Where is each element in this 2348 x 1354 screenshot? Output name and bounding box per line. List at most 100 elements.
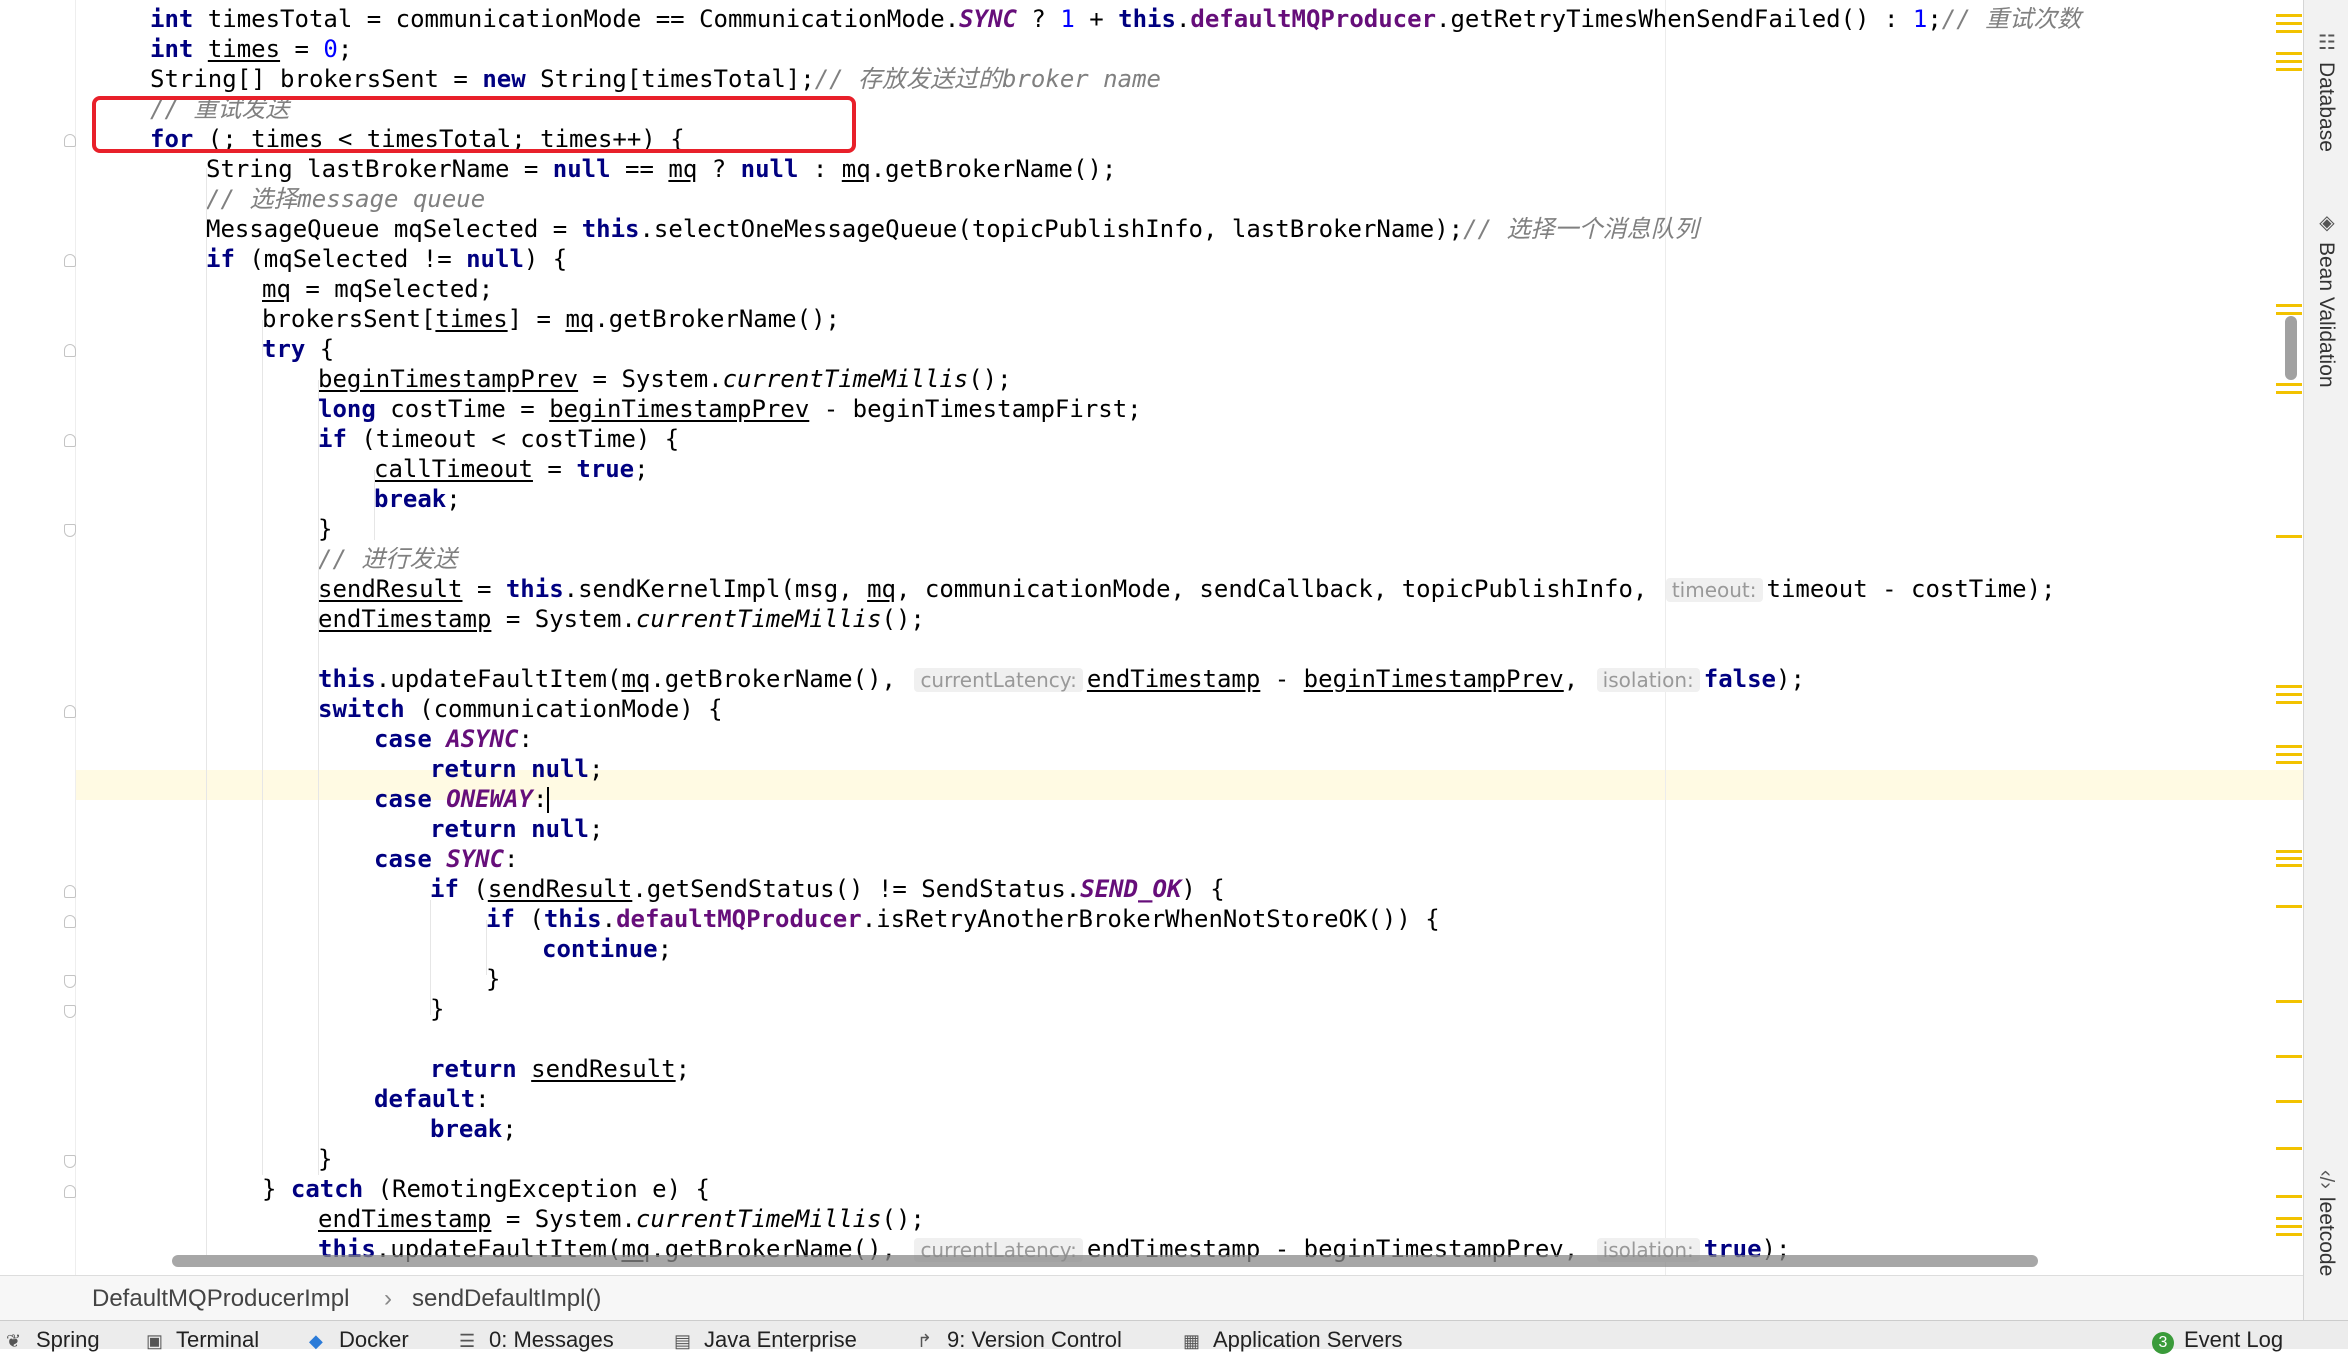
fold-marker-icon[interactable] [64, 885, 76, 898]
code-line[interactable]: case ASYNC: [374, 724, 533, 754]
code-line[interactable]: default: [374, 1084, 490, 1114]
tool-tab-version-control[interactable]: ↱ 9: Version Control [917, 1327, 1122, 1353]
code-line[interactable]: String lastBrokerName = null == mq ? nul… [206, 154, 1116, 184]
warning-stripe-marker[interactable] [2276, 1233, 2302, 1236]
tool-tab-messages[interactable]: ☰ 0: Messages [459, 1327, 614, 1353]
warning-stripe-marker[interactable] [2276, 685, 2302, 688]
code-line[interactable]: continue; [542, 934, 672, 964]
code-line[interactable]: // 进行发送 [318, 544, 457, 574]
code-line[interactable]: mq = mqSelected; [262, 274, 493, 304]
warning-stripe-marker[interactable] [2276, 745, 2302, 748]
code-line[interactable]: } [318, 1144, 332, 1174]
fold-marker-icon[interactable] [64, 134, 76, 147]
warning-stripe-marker[interactable] [2276, 693, 2302, 696]
code-line[interactable]: return null; [430, 814, 603, 844]
code-line[interactable]: long costTime = beginTimestampPrev - beg… [318, 394, 1142, 424]
code-line[interactable]: if (this.defaultMQProducer.isRetryAnothe… [486, 904, 1440, 934]
tool-tab-application-servers[interactable]: ▦ Application Servers [1183, 1327, 1403, 1353]
tool-tab-database[interactable]: ☷ Database [2314, 30, 2338, 152]
warning-stripe-marker[interactable] [2276, 905, 2302, 908]
code-line[interactable]: int times = 0; [150, 34, 352, 64]
fold-marker-icon[interactable] [64, 434, 76, 447]
warning-stripe-marker[interactable] [2276, 864, 2302, 867]
tool-tab-leetcode[interactable]: ‹/› leetcode [2314, 1170, 2338, 1276]
code-line[interactable]: case SYNC: [374, 844, 519, 874]
code-line[interactable]: if (mqSelected != null) { [206, 244, 567, 274]
warning-stripe-marker[interactable] [2276, 383, 2302, 386]
warning-stripe-marker[interactable] [2276, 22, 2302, 25]
code-line[interactable]: MessageQueue mqSelected = this.selectOne… [206, 214, 1698, 244]
warning-stripe-marker[interactable] [2276, 850, 2302, 853]
editor-gutter[interactable] [0, 0, 76, 1275]
tool-tab-java-enterprise[interactable]: ▤ Java Enterprise [674, 1327, 857, 1353]
warning-stripe-marker[interactable] [2276, 52, 2302, 55]
warning-stripe-marker[interactable] [2276, 1000, 2302, 1003]
warning-stripe-marker[interactable] [2276, 304, 2302, 307]
code-line[interactable]: int timesTotal = communicationMode == Co… [150, 4, 2081, 34]
tool-tab-event-log[interactable]: 3 Event Log [2152, 1327, 2283, 1354]
warning-stripe-marker[interactable] [2276, 701, 2302, 704]
code-line[interactable]: return sendResult; [430, 1054, 690, 1084]
fold-marker-icon[interactable] [64, 1185, 76, 1198]
fold-marker-icon[interactable] [64, 1155, 76, 1168]
tool-tab-docker[interactable]: ◆ Docker [309, 1327, 409, 1353]
code-line[interactable]: case ONEWAY: [374, 784, 550, 814]
code-line[interactable]: switch (communicationMode) { [318, 694, 723, 724]
warning-stripe-marker[interactable] [2276, 1195, 2302, 1198]
tool-tab-spring[interactable]: ❦ Spring [6, 1327, 100, 1353]
tool-tab-bean-validation[interactable]: ◈ Bean Validation [2314, 210, 2338, 388]
fold-marker-icon[interactable] [64, 705, 76, 718]
fold-marker-icon[interactable] [64, 524, 76, 537]
code-line[interactable]: beginTimestampPrev = System.currentTimeM… [318, 364, 1012, 394]
code-line[interactable]: } [318, 514, 332, 544]
fold-marker-icon[interactable] [64, 344, 76, 357]
code-line[interactable]: endTimestamp = System.currentTimeMillis(… [318, 604, 925, 634]
indent-guide [206, 168, 207, 1255]
code-line[interactable]: } [486, 964, 500, 994]
code-line[interactable]: brokersSent[times] = mq.getBrokerName(); [262, 304, 840, 334]
warning-stripe-marker[interactable] [2276, 761, 2302, 764]
fold-marker-icon[interactable] [64, 915, 76, 928]
horizontal-scrollbar[interactable] [172, 1255, 2038, 1267]
code-line[interactable]: if (sendResult.getSendStatus() != SendSt… [430, 874, 1225, 904]
warning-stripe-marker[interactable] [2276, 1225, 2302, 1228]
fold-marker-icon[interactable] [64, 1005, 76, 1018]
code-line[interactable]: this.updateFaultItem(mq.getBrokerName(),… [318, 664, 1805, 694]
warning-stripe-marker[interactable] [2276, 857, 2302, 860]
warning-stripe-marker[interactable] [2276, 30, 2302, 33]
warning-stripe-marker[interactable] [2276, 1100, 2302, 1103]
code-line[interactable]: if (timeout < costTime) { [318, 424, 679, 454]
code-token: .getRetryTimesWhenSendFailed() : [1436, 5, 1913, 33]
breadcrumb-class[interactable]: DefaultMQProducerImpl [92, 1285, 349, 1313]
breadcrumb-method[interactable]: sendDefaultImpl() [412, 1285, 601, 1313]
warning-stripe-marker[interactable] [2276, 1217, 2302, 1220]
tool-tab-terminal[interactable]: ▣ Terminal [146, 1327, 259, 1353]
code-editor[interactable]: int timesTotal = communicationMode == Co… [0, 0, 2303, 1275]
code-line[interactable]: } [430, 994, 444, 1024]
fold-marker-icon[interactable] [64, 975, 76, 988]
warning-stripe-marker[interactable] [2276, 312, 2302, 315]
warning-stripe-marker[interactable] [2276, 753, 2302, 756]
code-line[interactable]: // 选择message queue [206, 184, 485, 214]
code-line[interactable]: return null; [430, 754, 603, 784]
code-line[interactable]: try { [262, 334, 334, 364]
vertical-scrollbar[interactable] [2285, 316, 2297, 380]
warning-stripe-marker[interactable] [2276, 14, 2302, 17]
warning-stripe-marker[interactable] [2276, 1147, 2302, 1150]
code-line[interactable]: break; [374, 484, 461, 514]
code-line[interactable]: endTimestamp = System.currentTimeMillis(… [318, 1204, 925, 1234]
code-line[interactable]: String[] brokersSent = new String[timesT… [150, 64, 1161, 94]
error-stripe[interactable] [2270, 0, 2303, 1275]
code-line[interactable]: break; [430, 1114, 517, 1144]
warning-stripe-marker[interactable] [2276, 1055, 2302, 1058]
fold-marker-icon[interactable] [64, 254, 76, 267]
code-line[interactable]: } catch (RemotingException e) { [262, 1174, 710, 1204]
right-margin-guide [1665, 0, 1666, 1275]
code-line[interactable]: callTimeout = true; [374, 454, 649, 484]
code-line[interactable]: sendResult = this.sendKernelImpl(msg, mq… [318, 574, 2055, 604]
warning-stripe-marker[interactable] [2276, 391, 2302, 394]
code-comment: // 重试次数 [1941, 5, 2082, 33]
warning-stripe-marker[interactable] [2276, 535, 2302, 538]
warning-stripe-marker[interactable] [2276, 60, 2302, 63]
warning-stripe-marker[interactable] [2276, 68, 2302, 71]
